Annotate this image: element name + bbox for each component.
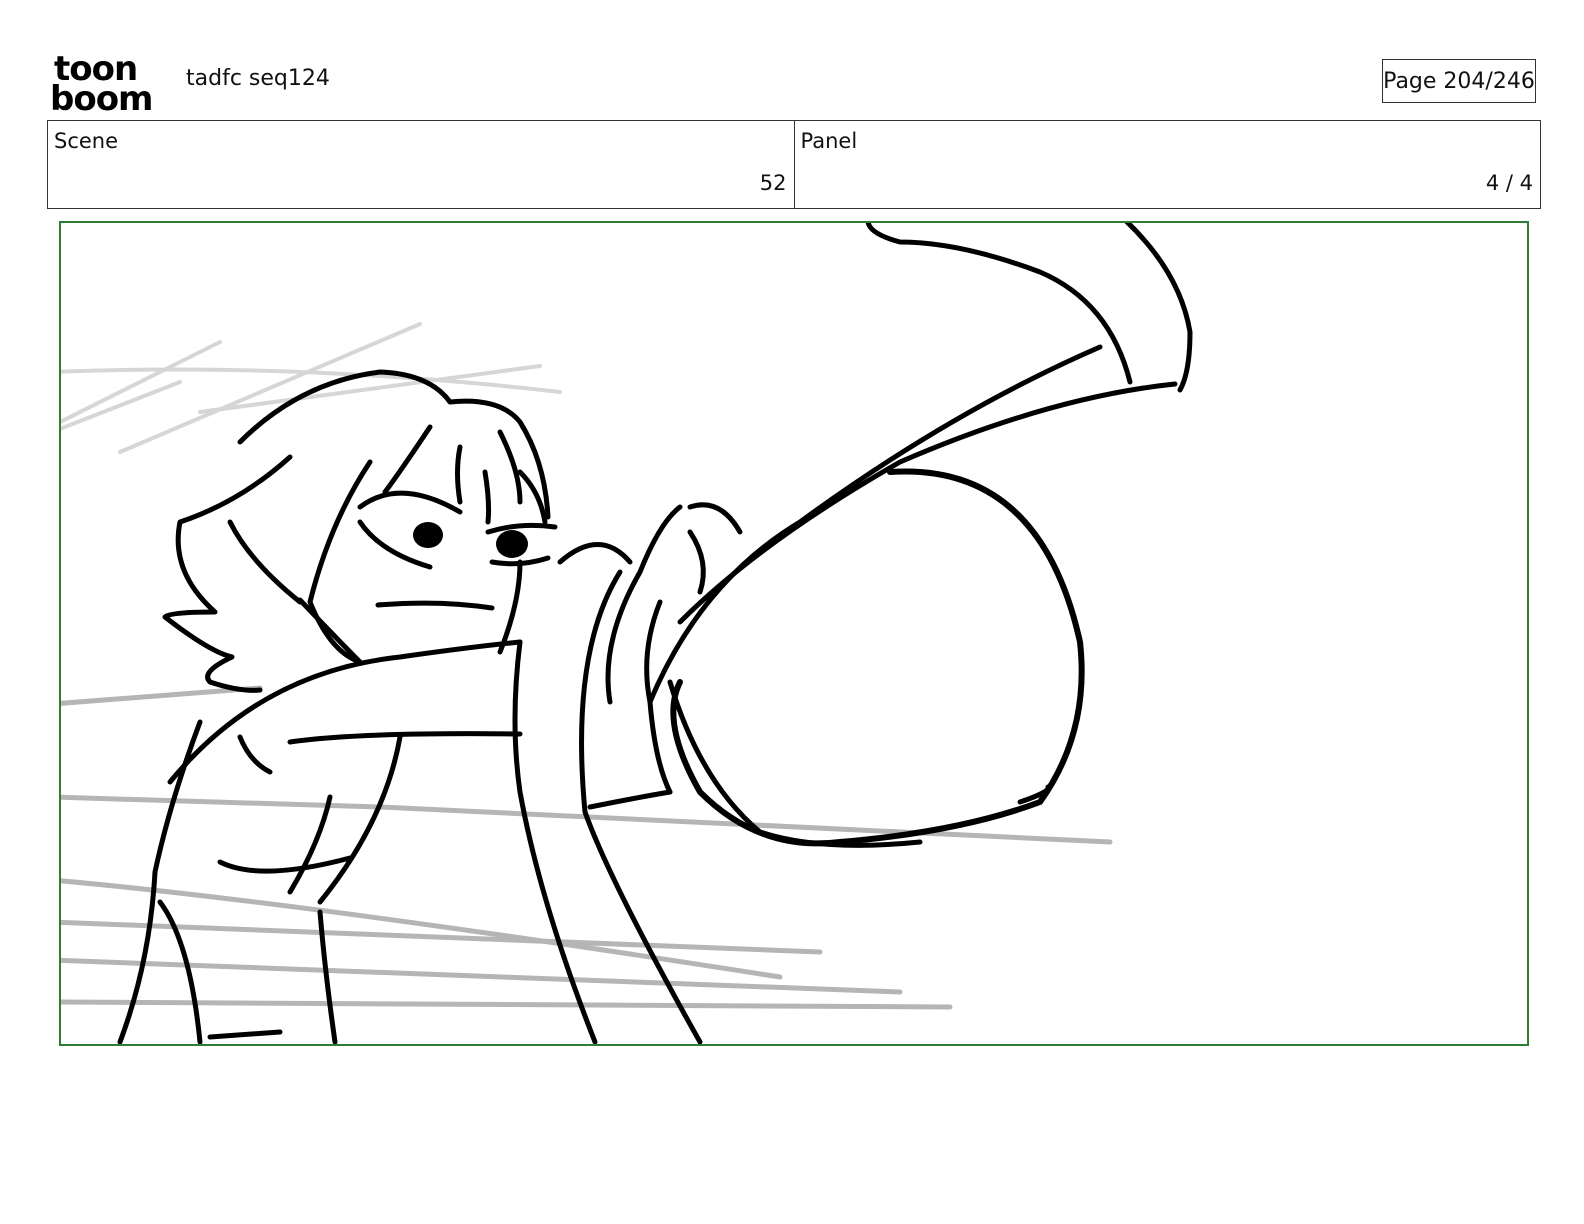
toon-boom-logo: toon boom	[50, 49, 166, 119]
logo-line-2: boom	[50, 79, 152, 114]
storyboard-panel	[59, 221, 1529, 1046]
project-title: tadfc seq124	[186, 66, 330, 91]
panel-cell: Panel 4 / 4	[793, 121, 1541, 208]
speed-lines-light	[61, 322, 562, 454]
scene-number: 52	[759, 171, 787, 195]
eye-pupil-left	[413, 522, 443, 548]
scene-panel-info: Scene 52 Panel 4 / 4	[47, 120, 1541, 209]
eye-pupil-right	[496, 530, 528, 558]
character-and-arm	[117, 223, 1193, 1044]
panel-number: 4 / 4	[1485, 171, 1533, 195]
page-indicator: Page 204/246	[1382, 59, 1536, 103]
scene-label: Scene	[54, 129, 119, 153]
storyboard-sketch	[61, 223, 1193, 1044]
panel-label: Panel	[800, 129, 858, 153]
scene-cell: Scene 52	[48, 121, 794, 208]
